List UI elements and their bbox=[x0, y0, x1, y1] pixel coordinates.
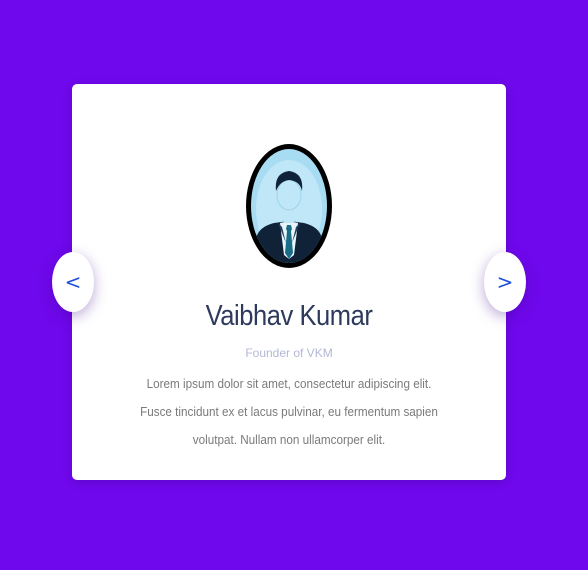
testimonial-card: Vaibhav Kumar Founder of VKM Lorem ipsum… bbox=[72, 84, 506, 480]
chevron-left-icon: < bbox=[64, 270, 82, 294]
previous-button[interactable]: < bbox=[52, 252, 94, 312]
businessman-avatar-icon bbox=[244, 143, 334, 273]
chevron-right-icon: > bbox=[496, 270, 514, 294]
testimonial-description: Lorem ipsum dolor sit amet, consectetur … bbox=[140, 376, 438, 447]
testimonial-role: Founder of VKM bbox=[245, 346, 333, 360]
testimonial-name: Vaibhav Kumar bbox=[205, 300, 373, 332]
next-button[interactable]: > bbox=[484, 252, 526, 312]
